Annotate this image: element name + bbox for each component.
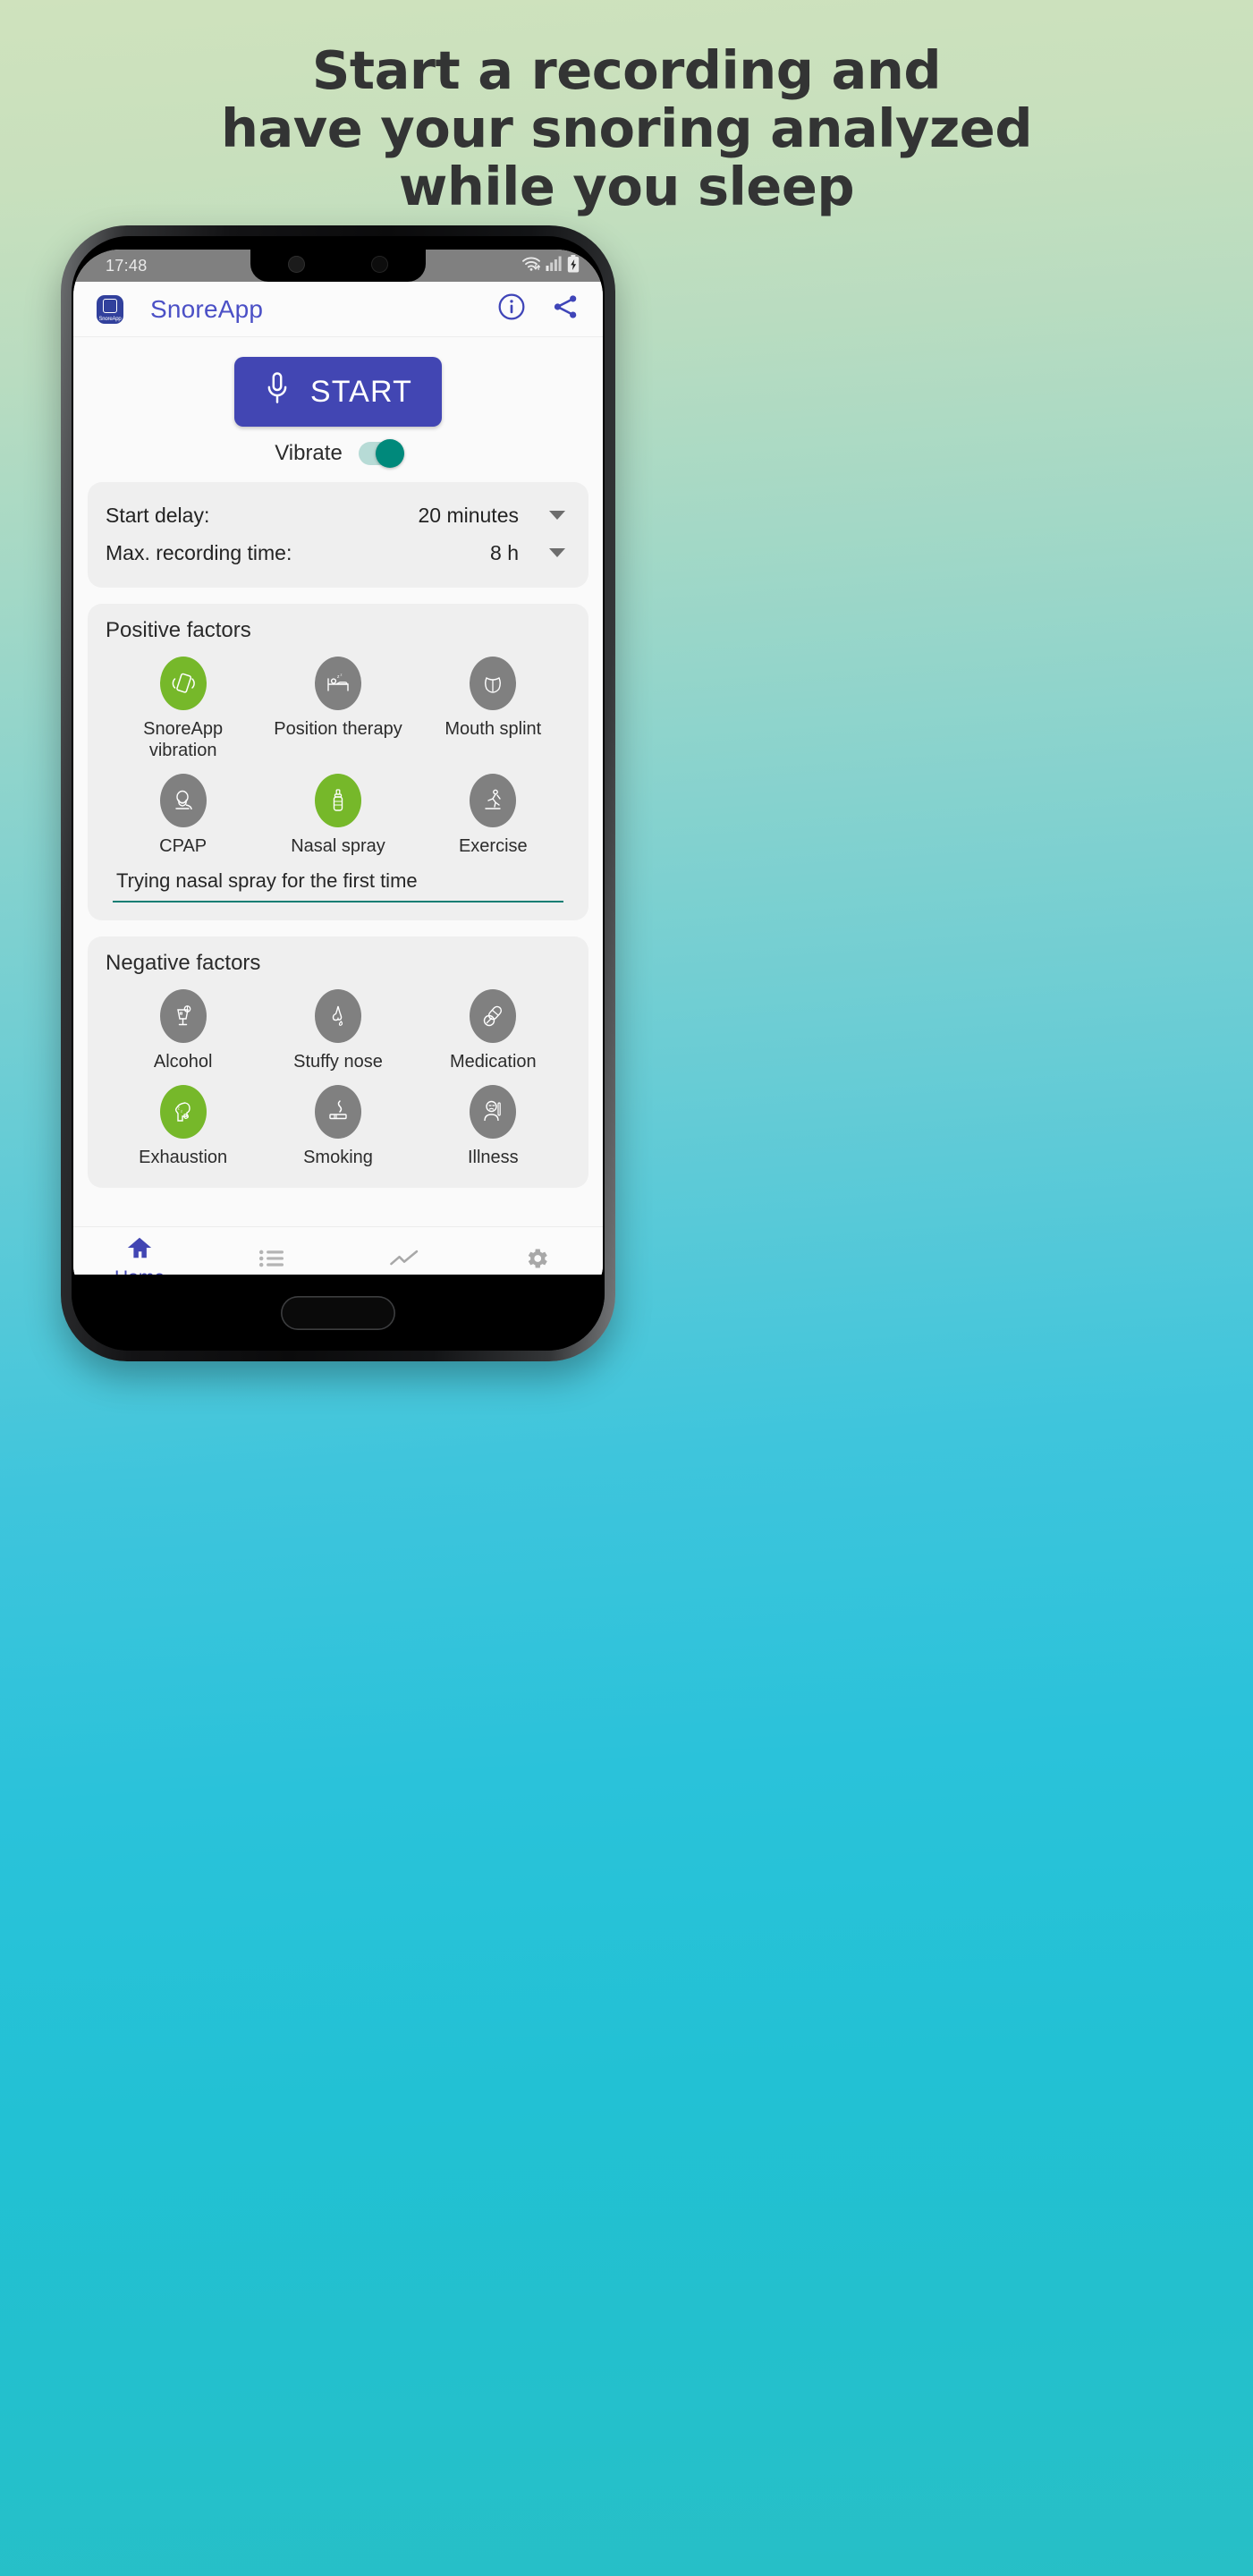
headline-line-3: while you sleep bbox=[398, 156, 855, 217]
start-delay-row[interactable]: Start delay: 20 minutes bbox=[106, 496, 571, 534]
positive-factors-card: Positive factors SnoreApp vibration z z … bbox=[88, 604, 588, 921]
trend-line-icon bbox=[389, 1248, 419, 1274]
app-logo-icon: SnoreApp bbox=[97, 294, 123, 324]
home-gesture-pill bbox=[281, 1295, 395, 1330]
camera-notch bbox=[250, 250, 426, 282]
factor-label: Medication bbox=[449, 1052, 537, 1072]
factor-cpap[interactable]: CPAP bbox=[106, 766, 260, 860]
factor-label: CPAP bbox=[159, 835, 207, 856]
microphone-icon bbox=[264, 371, 291, 413]
factor-label: Nasal spray bbox=[291, 835, 385, 856]
positive-factors-grid: SnoreApp vibration z z Position therapy … bbox=[106, 648, 571, 860]
recording-settings-card: Start delay: 20 minutes Max. recording t… bbox=[88, 482, 588, 588]
max-recording-time-label: Max. recording time: bbox=[106, 540, 292, 564]
headline-line-1: Start a recording and bbox=[311, 39, 942, 101]
factor-label: Illness bbox=[467, 1147, 519, 1167]
max-recording-time-row[interactable]: Max. recording time: 8 h bbox=[106, 534, 571, 572]
positive-factors-title: Positive factors bbox=[106, 618, 251, 642]
list-icon bbox=[258, 1247, 286, 1275]
cigarette-icon bbox=[314, 1084, 361, 1139]
factor-label: SnoreApp vibration bbox=[143, 719, 224, 761]
phone-vibration-icon bbox=[159, 657, 207, 710]
start-delay-value: 20 minutes bbox=[418, 503, 519, 527]
app-title: SnoreApp bbox=[150, 294, 264, 323]
phone-frame: 17:48 SnoreApp SnoreApp START Vibrate St… bbox=[61, 225, 615, 1361]
negative-factors-card: Negative factors Alcohol Stuffy nose Med… bbox=[88, 936, 588, 1188]
status-bar: 17:48 bbox=[73, 250, 603, 282]
negative-factors-grid: Alcohol Stuffy nose Medication z z Exhau… bbox=[106, 981, 571, 1172]
nav-item-statistics[interactable] bbox=[338, 1248, 470, 1276]
factor-label: Exercise bbox=[458, 835, 528, 856]
vibrate-label: Vibrate bbox=[275, 441, 343, 465]
mouth-splint-icon bbox=[470, 657, 517, 710]
factor-label: Stuffy nose bbox=[293, 1052, 383, 1072]
vibrate-row: Vibrate bbox=[73, 439, 603, 468]
headline-line-2: have your snoring analyzed bbox=[220, 97, 1033, 159]
svg-text:z: z bbox=[340, 673, 342, 677]
app-bar: SnoreApp SnoreApp bbox=[73, 282, 603, 337]
positive-note-input[interactable]: Trying nasal spray for the first time bbox=[113, 868, 563, 903]
logo-face-shape bbox=[103, 298, 117, 313]
start-recording-button[interactable]: START bbox=[234, 357, 442, 427]
share-icon[interactable] bbox=[551, 292, 580, 326]
spray-bottle-icon bbox=[314, 773, 361, 827]
gear-icon bbox=[523, 1245, 550, 1276]
factor-label: Alcohol bbox=[153, 1052, 213, 1072]
wifi-icon bbox=[521, 256, 541, 276]
battery-charging-icon bbox=[567, 254, 580, 277]
factor-smoking[interactable]: Smoking bbox=[260, 1077, 415, 1172]
negative-factors-title: Negative factors bbox=[106, 951, 261, 976]
cellular-signal-icon bbox=[546, 256, 563, 275]
factor-illness[interactable]: Illness bbox=[416, 1077, 571, 1172]
nose-drip-icon bbox=[314, 989, 361, 1044]
home-icon bbox=[126, 1235, 153, 1265]
running-person-icon bbox=[470, 773, 517, 827]
start-button-label: START bbox=[309, 374, 413, 409]
factor-label: Position therapy bbox=[274, 719, 402, 739]
factor-label: Exhaustion bbox=[139, 1147, 228, 1167]
pills-icon bbox=[470, 989, 517, 1044]
promo-headline: Start a recording and have your snoring … bbox=[0, 41, 1253, 216]
factor-label: Smoking bbox=[303, 1147, 373, 1167]
cocktail-glass-icon bbox=[159, 989, 207, 1044]
factor-alcohol[interactable]: Alcohol bbox=[106, 981, 260, 1076]
vibrate-toggle[interactable] bbox=[358, 439, 404, 468]
bed-sleeping-icon: z z bbox=[314, 657, 361, 710]
nav-item-settings[interactable] bbox=[470, 1245, 603, 1279]
record-section: START Vibrate bbox=[73, 337, 603, 468]
status-bar-clock: 17:48 bbox=[106, 256, 148, 275]
chevron-down-icon[interactable] bbox=[549, 511, 565, 520]
factor-snoreapp-vibration[interactable]: SnoreApp vibration bbox=[106, 648, 260, 766]
start-delay-label: Start delay: bbox=[106, 503, 210, 527]
factor-exhaustion[interactable]: z z Exhaustion bbox=[106, 1077, 260, 1172]
phone-screen-bezel: 17:48 SnoreApp SnoreApp START Vibrate St… bbox=[72, 236, 605, 1351]
app-bar-actions bbox=[497, 292, 580, 326]
phone-bottom-bezel bbox=[72, 1275, 605, 1351]
factor-mouth-splint[interactable]: Mouth splint bbox=[416, 648, 571, 766]
factor-nasal-spray[interactable]: Nasal spray bbox=[260, 766, 415, 860]
factor-stuffy-nose[interactable]: Stuffy nose bbox=[260, 981, 415, 1076]
svg-text:z: z bbox=[181, 1108, 182, 1113]
status-bar-icons bbox=[521, 254, 580, 277]
factor-position-therapy[interactable]: z z Position therapy bbox=[260, 648, 415, 766]
app-logo-label: SnoreApp bbox=[98, 316, 122, 322]
sick-person-icon bbox=[470, 1084, 517, 1139]
factor-exercise[interactable]: Exercise bbox=[416, 766, 571, 860]
cpap-mask-icon bbox=[159, 773, 207, 827]
app-screen: 17:48 SnoreApp SnoreApp START Vibrate St… bbox=[73, 250, 603, 1296]
factor-label: Mouth splint bbox=[444, 719, 542, 739]
chevron-down-icon[interactable] bbox=[549, 548, 565, 557]
factor-medication[interactable]: Medication bbox=[416, 981, 571, 1076]
info-icon[interactable] bbox=[497, 292, 526, 326]
max-recording-time-value: 8 h bbox=[490, 540, 519, 564]
vibrate-toggle-knob bbox=[375, 439, 404, 468]
nav-item-list[interactable] bbox=[206, 1247, 338, 1277]
tired-head-icon: z z bbox=[159, 1084, 207, 1139]
